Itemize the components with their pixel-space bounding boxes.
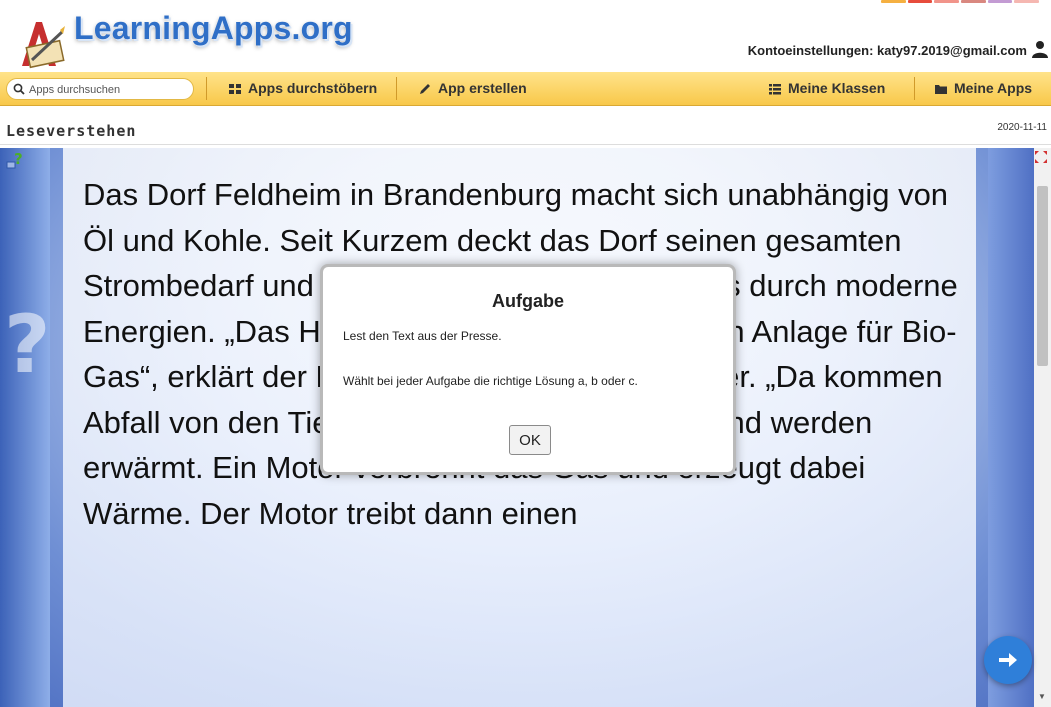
nav-browse-apps[interactable]: Apps durchstöbern bbox=[228, 72, 377, 105]
dialog-instruction-1: Lest den Text aus der Presse. bbox=[343, 329, 502, 343]
nav-browse-label: Apps durchstöbern bbox=[248, 80, 378, 96]
nav-create-label: App erstellen bbox=[438, 80, 527, 96]
help-icon[interactable]: ? bbox=[6, 150, 26, 170]
header: LearningApps.org Kontoeinstellungen: kat… bbox=[0, 0, 1051, 72]
scroll-down-arrow-icon[interactable]: ▼ bbox=[1038, 692, 1046, 701]
search-input[interactable] bbox=[27, 81, 191, 99]
nav-apps-label: Meine Apps bbox=[954, 80, 1033, 96]
dialog-title: Aufgabe bbox=[492, 291, 564, 311]
page-date: 2020-11-11 bbox=[997, 122, 1047, 133]
brand-name: LearningApps.org bbox=[74, 10, 353, 46]
logo-icon bbox=[22, 22, 65, 69]
account-settings-link[interactable]: Kontoeinstellungen: katy97.2019@gmail.co… bbox=[748, 43, 1027, 58]
user-icon[interactable] bbox=[1031, 40, 1049, 58]
page-title: Leseverstehen bbox=[6, 122, 137, 140]
svg-text:?: ? bbox=[14, 150, 23, 168]
ok-button[interactable]: OK bbox=[509, 425, 551, 455]
nav-classes-label: Meine Klassen bbox=[788, 80, 886, 96]
nav-create-app[interactable]: App erstellen bbox=[418, 72, 527, 105]
scrollbar-thumb[interactable] bbox=[1037, 186, 1048, 366]
pencil-icon bbox=[420, 83, 430, 94]
list-icon bbox=[769, 83, 781, 94]
nav-divider bbox=[914, 77, 915, 100]
search-box[interactable] bbox=[6, 78, 194, 100]
dialog-instruction-2: Wählt bei jeder Aufgabe die richtige Lös… bbox=[343, 374, 638, 388]
arrow-right-icon bbox=[999, 653, 1017, 667]
nav-my-apps[interactable]: Meine Apps bbox=[934, 72, 1032, 105]
grid-icon bbox=[229, 83, 241, 94]
nav-bar: Apps durchstöbern App erstellen Meine Kl… bbox=[0, 72, 1051, 106]
nav-divider bbox=[206, 77, 207, 100]
color-strip bbox=[881, 0, 1041, 6]
right-decoration bbox=[988, 148, 1034, 707]
left-decoration: ? bbox=[0, 148, 50, 707]
fullscreen-icon[interactable] bbox=[1034, 150, 1048, 164]
question-mark-decoration: ? bbox=[4, 298, 51, 391]
folder-icon bbox=[935, 84, 947, 94]
title-row: Leseverstehen 2020-11-11 bbox=[0, 106, 1051, 145]
next-button[interactable] bbox=[984, 636, 1032, 684]
search-icon bbox=[13, 83, 25, 95]
task-dialog: Aufgabe Lest den Text aus der Presse. Wä… bbox=[320, 264, 736, 475]
logo[interactable]: LearningApps.org bbox=[14, 8, 354, 70]
scrollbar[interactable]: ▼ bbox=[1034, 148, 1051, 707]
nav-my-classes[interactable]: Meine Klassen bbox=[768, 72, 885, 105]
nav-divider bbox=[396, 77, 397, 100]
